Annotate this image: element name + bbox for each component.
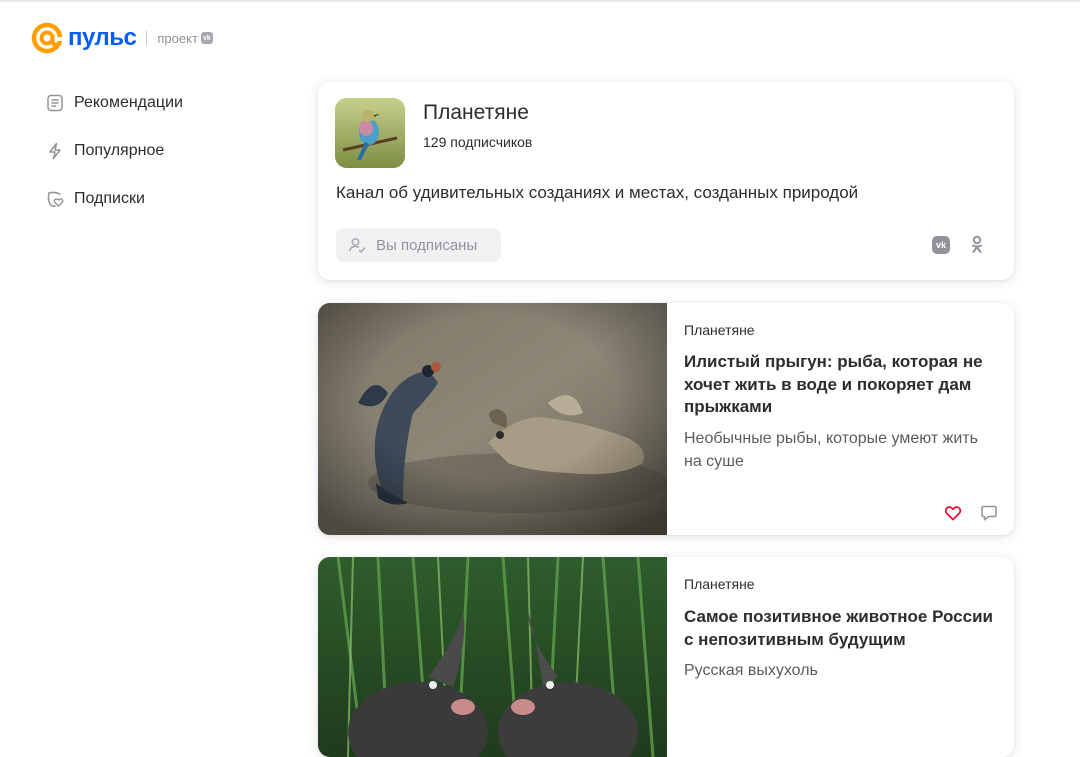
channel-card: Планетяне 129 подписчиков Канал об удиви… — [318, 82, 1014, 280]
article-title[interactable]: Илистый прыгун: рыба, которая не хочет ж… — [684, 351, 994, 419]
logo-divider — [146, 31, 148, 45]
article-image[interactable] — [318, 303, 667, 535]
article-source[interactable]: Планетяне — [684, 576, 755, 592]
channel-subscribers-count: 129 подписчиков — [423, 134, 533, 150]
vk-badge-icon: vk — [200, 32, 213, 44]
logo[interactable]: пульс проект vk — [30, 22, 213, 54]
sidebar-item-popular[interactable]: Популярное — [46, 138, 183, 164]
at-logo-icon — [31, 22, 64, 54]
article-title[interactable]: Самое позитивное животное России с непоз… — [684, 606, 994, 651]
heart-subscriptions-icon — [47, 191, 64, 207]
sidebar-item-recommendations[interactable]: Рекомендации — [46, 90, 183, 116]
desman-image — [318, 557, 667, 757]
article-card[interactable]: Планетяне Самое позитивное животное Росс… — [318, 557, 1014, 757]
article-source[interactable]: Планетяне — [684, 322, 755, 338]
sidebar-item-label: Подписки — [74, 190, 145, 207]
channel-avatar[interactable] — [335, 98, 405, 168]
logo-text: пульс — [68, 24, 137, 51]
article-card[interactable]: Планетяне Илистый прыгун: рыба, которая … — [318, 303, 1014, 535]
sidebar-item-label: Популярное — [74, 142, 165, 159]
channel-description: Канал об удивительных созданиях и местах… — [336, 183, 859, 202]
list-icon — [47, 94, 63, 112]
mudskipper-image — [318, 303, 667, 535]
article-subtitle: Русская выхухоль — [684, 662, 818, 679]
lightning-icon — [49, 142, 61, 160]
sidebar-item-label: Рекомендации — [74, 94, 183, 111]
project-label: проект — [157, 30, 198, 46]
comment-icon[interactable] — [980, 504, 998, 522]
top-border — [0, 0, 1080, 2]
vk-share-icon[interactable]: vk — [932, 236, 950, 254]
ok-share-icon[interactable] — [970, 235, 984, 255]
subscribed-button[interactable]: Вы подписаны — [336, 228, 501, 262]
bird-image — [335, 98, 405, 168]
sidebar-item-subscriptions[interactable]: Подписки — [46, 186, 183, 212]
article-subtitle: Необычные рыбы, которые умеют жить на су… — [684, 430, 978, 470]
sidebar-nav: Рекомендации Популярное Подписки — [46, 90, 183, 234]
channel-title: Планетяне — [423, 101, 529, 124]
user-check-icon — [349, 238, 366, 254]
subscribed-button-label: Вы подписаны — [376, 236, 478, 254]
like-heart-icon[interactable] — [944, 504, 962, 522]
article-image[interactable] — [318, 557, 667, 757]
